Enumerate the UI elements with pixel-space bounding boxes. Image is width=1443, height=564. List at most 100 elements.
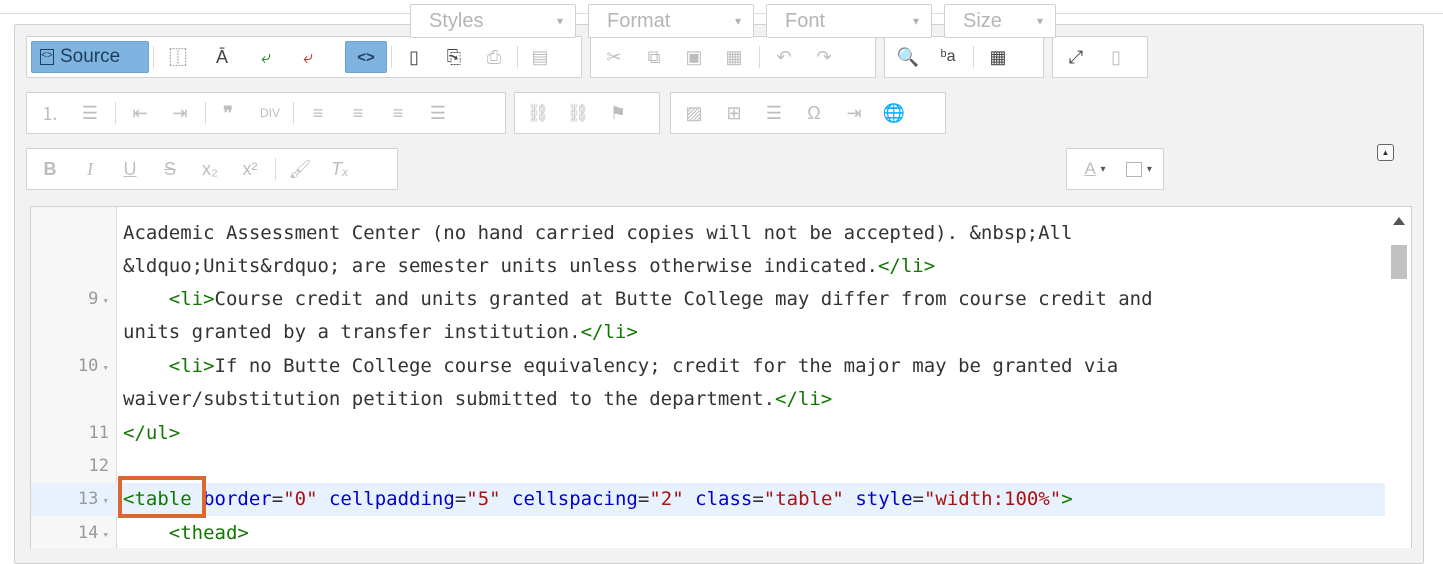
code-text: &ldquo;Units&rdquo; are semester units u… [123, 250, 935, 283]
line-number: 10 ▾ [77, 356, 109, 376]
fold-arrow-icon[interactable]: ▾ [102, 528, 109, 541]
line-number: 12 [88, 456, 109, 476]
unlink-icon[interactable]: ⛓ [561, 97, 595, 129]
code-line[interactable]: 11 </ul> [31, 417, 1385, 450]
new-page-icon[interactable]: ▯ [397, 41, 431, 73]
attribute-name: cellpadding [328, 488, 455, 510]
bold-icon[interactable]: B [33, 153, 67, 185]
show-blocks-icon[interactable]: ⿰ [161, 41, 195, 73]
source-code-editor[interactable]: Academic Assessment Center (no hand carr… [30, 206, 1412, 548]
attribute-value: "table" [763, 488, 844, 510]
redo-icon[interactable]: ↷ [807, 41, 841, 73]
copy-format-brush-icon[interactable]: 🖌 [283, 153, 317, 185]
text-color-icon[interactable]: A ▾ [1073, 153, 1117, 185]
code-line[interactable]: waiver/substitution petition submitted t… [31, 383, 1385, 416]
templates-icon[interactable]: ▤ [523, 41, 557, 73]
separator [391, 46, 392, 68]
print-icon[interactable]: ⎙ [477, 41, 511, 73]
attribute-name: cellspacing [512, 488, 638, 510]
code-line[interactable]: units granted by a transfer institution.… [31, 316, 1385, 349]
show-blocks-view-icon[interactable]: ▯ [1099, 41, 1133, 73]
text-content: Academic Assessment Center (no hand carr… [123, 222, 1073, 244]
outdent-icon[interactable]: ⇤ [123, 97, 157, 129]
line-number: 13 ▾ [77, 489, 109, 509]
preview-icon[interactable]: ⎘ [437, 41, 471, 73]
styles-dropdown-label: Styles [429, 9, 484, 32]
code-view-button[interactable]: <> [345, 41, 387, 73]
div-container-icon[interactable]: DIV [253, 97, 287, 129]
bulleted-list-icon[interactable]: ☰ [73, 97, 107, 129]
separator [759, 46, 760, 68]
toolbar-group-colors: A ▾ ▾ [1066, 148, 1164, 190]
code-line[interactable]: 10 ▾ <li>If no Butte College course equiv… [31, 350, 1385, 383]
undo-icon[interactable]: ↶ [767, 41, 801, 73]
numbered-list-icon[interactable]: ⒈ [33, 97, 67, 129]
separator [293, 102, 294, 124]
toolbar-group-links: ⛓ ⛓ ⚑ [514, 92, 660, 134]
text-content: waiver/substitution petition submitted t… [123, 388, 776, 410]
chevron-down-icon: ▾ [912, 14, 919, 28]
toolbar-group-basicstyles: B I U S x₂ x² 🖌 Tₓ [26, 148, 398, 190]
code-line[interactable]: &ldquo;Units&rdquo; are semester units u… [31, 250, 1385, 283]
code-line[interactable]: 13 ▾ <table border="0" cellpadding="5" cel… [31, 483, 1385, 516]
vertical-scrollbar[interactable] [1385, 207, 1411, 548]
align-left-icon[interactable]: ≡ [301, 97, 335, 129]
special-char-icon[interactable]: Ω [797, 97, 831, 129]
insert-snippet-icon[interactable]: ⤶ [249, 41, 283, 73]
remove-snippet-icon[interactable]: ⤶ [291, 41, 325, 73]
code-line[interactable]: 14 ▾ <thead> [31, 517, 1385, 548]
paste-icon[interactable]: ▣ [677, 41, 711, 73]
separator [115, 102, 116, 124]
cut-icon[interactable]: ✂ [597, 41, 631, 73]
source-icon: <> [40, 49, 54, 65]
maximize-icon[interactable]: ⤢ [1059, 41, 1093, 73]
code-text: units granted by a transfer institution.… [123, 316, 638, 349]
code-area[interactable]: Academic Assessment Center (no hand carr… [31, 207, 1385, 548]
align-center-icon[interactable]: ≡ [341, 97, 375, 129]
background-color-icon[interactable]: ▾ [1117, 153, 1161, 185]
code-line[interactable]: 12 [31, 450, 1385, 483]
find-icon[interactable]: 🔍 [891, 41, 925, 73]
size-dropdown[interactable]: Size ▾ [944, 4, 1056, 38]
strikethrough-icon[interactable]: S [153, 153, 187, 185]
collapse-toolbar-icon[interactable]: ▲ [1377, 144, 1394, 161]
attribute-value: "width:100%" [923, 488, 1062, 510]
fold-arrow-icon[interactable]: ▾ [102, 294, 109, 307]
replace-icon[interactable]: ᵇa [931, 41, 965, 73]
code-line[interactable]: 9 ▾ <li>Course credit and units granted a… [31, 283, 1385, 316]
underline-icon[interactable]: U [113, 153, 147, 185]
table-icon[interactable]: ⊞ [717, 97, 751, 129]
italic-icon[interactable]: I [73, 153, 107, 185]
fold-arrow-icon[interactable]: ▾ [102, 361, 109, 374]
anchor-flag-icon[interactable]: ⚑ [601, 97, 635, 129]
code-line[interactable]: Academic Assessment Center (no hand carr… [31, 217, 1385, 250]
paste-text-icon[interactable]: ▦ [717, 41, 751, 73]
copy-icon[interactable]: ⧉ [637, 41, 671, 73]
styles-dropdown[interactable]: Styles ▾ [410, 4, 576, 38]
scrollbar-thumb[interactable] [1391, 245, 1407, 279]
source-button[interactable]: <> Source [31, 41, 149, 73]
html-close-tag: </li> [775, 388, 833, 410]
link-icon[interactable]: ⛓ [521, 97, 555, 129]
horizontal-line-icon[interactable]: ☰ [757, 97, 791, 129]
font-dropdown[interactable]: Font ▾ [766, 4, 932, 38]
justify-icon[interactable]: ☰ [421, 97, 455, 129]
superscript-icon[interactable]: x² [233, 153, 267, 185]
separator [153, 46, 154, 68]
format-dropdown-label: Format [607, 9, 671, 32]
spellcheck-icon[interactable]: ▦ [981, 41, 1015, 73]
subscript-icon[interactable]: x₂ [193, 153, 227, 185]
fold-arrow-icon[interactable]: ▾ [102, 494, 109, 507]
format-dropdown[interactable]: Format ▾ [588, 4, 754, 38]
image-icon[interactable]: ▨ [677, 97, 711, 129]
iframe-globe-icon[interactable]: 🌐 [877, 97, 911, 129]
align-right-icon[interactable]: ≡ [381, 97, 415, 129]
scroll-up-arrow-icon[interactable] [1393, 217, 1405, 225]
code-text: <li>If no Butte College course equivalen… [123, 350, 1118, 383]
remove-format-icon[interactable]: Tₓ [323, 153, 357, 185]
indent-icon[interactable]: ⇥ [163, 97, 197, 129]
page-break-icon[interactable]: ⇥ [837, 97, 871, 129]
select-all-icon[interactable]: Ā [205, 41, 239, 73]
text-content: &ldquo;Units&rdquo; are semester units u… [123, 255, 878, 277]
blockquote-icon[interactable]: ❞ [211, 97, 245, 129]
